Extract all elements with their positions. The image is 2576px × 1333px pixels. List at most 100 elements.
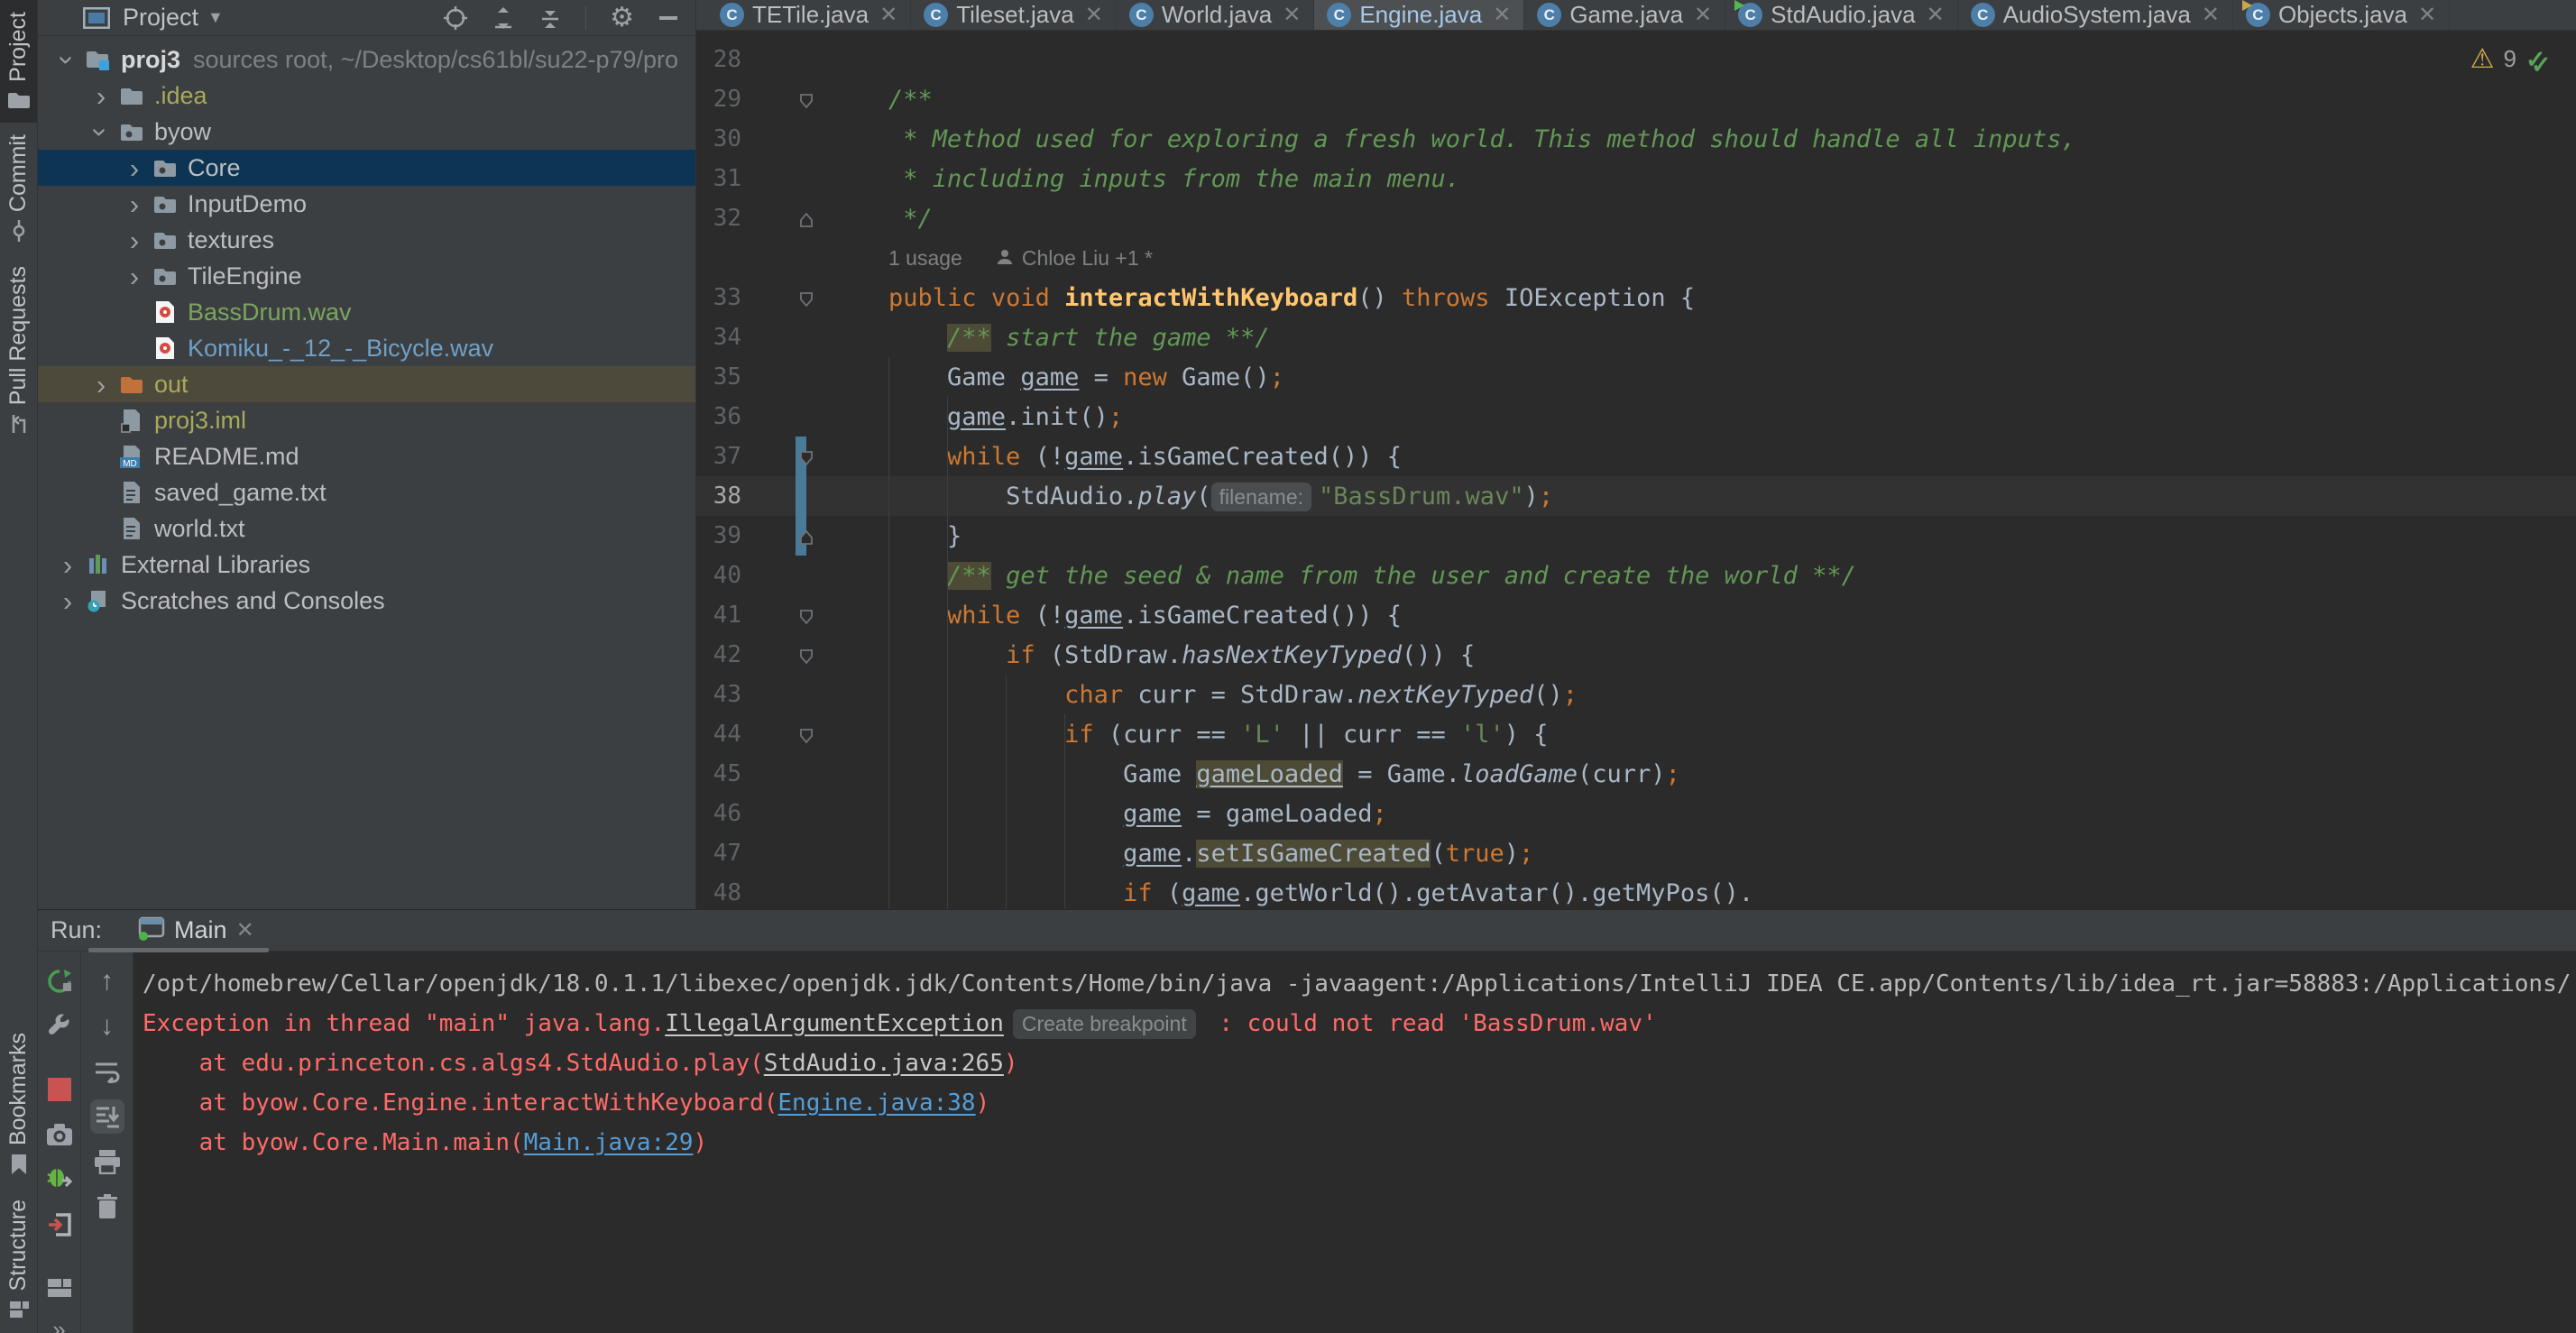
tree-item-external-libraries[interactable]: ›External Libraries [38,547,695,583]
code-line-34[interactable]: 34/** start the game **/ [696,317,2576,357]
stripe-button-bookmarks[interactable]: Bookmarks [0,1021,37,1188]
tab-tileset-java[interactable]: CTileset.java✕ [911,0,1117,30]
layout-icon[interactable] [42,1271,77,1305]
code-line-47[interactable]: 47game.setIsGameCreated(true); [696,833,2576,873]
inspections-widget[interactable]: ⚠ 9 ✓✓ [2470,43,2556,75]
chevron-down-icon[interactable]: ▼ [207,8,224,27]
tree-item-proj3[interactable]: ›proj3sources root, ~/Desktop/cs61bl/su2… [38,41,695,78]
stop-icon[interactable] [42,1072,77,1107]
expand-all-icon[interactable] [492,5,515,31]
rerun-icon[interactable] [42,964,77,998]
chevron-right-icon[interactable]: › [52,587,83,615]
exit-icon[interactable] [42,1208,77,1242]
tree-item-inputdemo[interactable]: ›InputDemo [38,186,695,222]
attach-debugger-icon[interactable] [42,1163,77,1197]
code-line-35[interactable]: 35Game game = new Game(); [696,357,2576,397]
tree-item-scratches-and-consoles[interactable]: ›Scratches and Consoles [38,583,695,619]
code-line-39[interactable]: 39} [696,516,2576,556]
code-line-29[interactable]: 29/** [696,79,2576,119]
close-icon[interactable]: ✕ [1927,2,1945,28]
tree-item-byow[interactable]: ›byow [38,114,695,150]
stack-trace-link[interactable]: Engine.java:38 [777,1089,975,1117]
stripe-button-pull-requests[interactable]: Pull Requests [0,254,37,447]
tree-item-komiku-12-bicycle-wav[interactable]: Komiku_-_12_-_Bicycle.wav [38,330,695,366]
chevron-right-icon[interactable]: › [86,371,116,399]
locate-icon[interactable] [443,5,468,31]
run-tab-main[interactable]: Main ✕ [127,910,265,951]
stripe-button-commit[interactable]: Commit [0,123,37,254]
scroll-to-end-icon[interactable] [90,1099,124,1134]
chevron-right-icon[interactable]: › [119,262,150,290]
tab-audiosystem-java[interactable]: CAudioSystem.java✕ [1958,0,2233,30]
code-line-44[interactable]: 44if (curr == 'L' || curr == 'l') { [696,714,2576,754]
stripe-button-structure[interactable]: Structure [0,1188,37,1333]
wrench-icon[interactable] [42,1009,77,1043]
tree-item-core[interactable]: ›Core [38,150,695,186]
arrow-up-icon[interactable]: ↑ [90,964,124,998]
tab-stdaudio-java[interactable]: CStdAudio.java✕ [1725,0,1958,30]
chevron-down-icon[interactable]: › [87,116,115,147]
code-line-33[interactable]: 33public void interactWithKeyboard() thr… [696,278,2576,317]
stack-trace-link[interactable]: Main.java:29 [524,1129,694,1156]
tab-world-java[interactable]: CWorld.java✕ [1117,0,1314,30]
more-actions-chevron[interactable]: » [52,1316,65,1333]
code-line-32[interactable]: 32 */ [696,198,2576,238]
fold-down-icon[interactable] [799,87,814,115]
tab-objects-java[interactable]: CObjects.java✕ [2233,0,2450,30]
close-icon[interactable]: ✕ [879,2,897,28]
soft-wrap-icon[interactable] [90,1054,124,1089]
tree-item-proj3-iml[interactable]: proj3.iml [38,402,695,438]
code-line-42[interactable]: 42if (StdDraw.hasNextKeyTyped()) { [696,635,2576,675]
close-icon[interactable]: ✕ [1493,2,1511,28]
code-line-30[interactable]: 30 * Method used for exploring a fresh w… [696,119,2576,159]
tree-item-textures[interactable]: ›textures [38,222,695,258]
camera-icon[interactable] [42,1117,77,1152]
fold-down-icon[interactable] [799,722,814,750]
chevron-right-icon[interactable]: › [52,551,83,579]
fold-down-icon[interactable] [799,286,814,314]
tab-tetile-java[interactable]: CTETile.java✕ [707,0,911,30]
code-line-46[interactable]: 46game = gameLoaded; [696,794,2576,833]
code-line-37[interactable]: 37while (!game.isGameCreated()) { [696,437,2576,476]
code-line-28[interactable]: 28 [696,40,2576,79]
chevron-down-icon[interactable]: › [54,44,82,75]
code-line-48[interactable]: 48if (game.getWorld().getAvatar().getMyP… [696,873,2576,909]
tree-item-bassdrum-wav[interactable]: BassDrum.wav [38,294,695,330]
code-line-45[interactable]: 45Game gameLoaded = Game.loadGame(curr); [696,754,2576,794]
fold-up-icon[interactable] [799,207,814,234]
chevron-right-icon[interactable]: › [119,226,150,254]
chevron-right-icon[interactable]: › [119,154,150,182]
tree-item-out[interactable]: ›out [38,366,695,402]
stack-trace-link[interactable]: IllegalArgumentException [665,1010,1004,1037]
close-icon[interactable]: ✕ [2418,2,2436,28]
tab-game-java[interactable]: CGame.java✕ [1524,0,1725,30]
code-line-40[interactable]: 40/** get the seed & name from the user … [696,556,2576,595]
code-line-41[interactable]: 41while (!game.isGameCreated()) { [696,595,2576,635]
fold-up-icon[interactable] [799,524,814,552]
fold-down-icon[interactable] [799,445,814,473]
code-line-31[interactable]: 31 * including inputs from the main menu… [696,159,2576,198]
code-line-43[interactable]: 43char curr = StdDraw.nextKeyTyped(); [696,675,2576,714]
fold-down-icon[interactable] [799,603,814,631]
tree-item-tileengine[interactable]: ›TileEngine [38,258,695,294]
code-annotation[interactable]: 1 usageChloe Liu +1 * [888,246,1153,271]
tree-item-readme-md[interactable]: MDREADME.md [38,438,695,474]
print-icon[interactable] [90,1145,124,1179]
tree-item-world-txt[interactable]: world.txt [38,510,695,547]
hide-panel-icon[interactable] [658,14,679,22]
close-icon[interactable]: ✕ [2202,2,2220,28]
code-line-38[interactable]: 38StdAudio.play(filename:"BassDrum.wav")… [696,476,2576,516]
tree-item-saved-game-txt[interactable]: saved_game.txt [38,474,695,510]
arrow-down-icon[interactable]: ↓ [90,1009,124,1043]
tree-item--idea[interactable]: ›.idea [38,78,695,114]
stripe-button-project[interactable]: Project [0,0,37,123]
fold-down-icon[interactable] [799,643,814,671]
code-line-36[interactable]: 36game.init(); [696,397,2576,437]
close-icon[interactable]: ✕ [1085,2,1103,28]
run-console-output[interactable]: /opt/homebrew/Cellar/openjdk/18.0.1.1/li… [133,951,2576,1333]
clear-icon[interactable] [90,1190,124,1224]
code-editor[interactable]: 2829/**30 * Method used for exploring a … [696,31,2576,909]
stack-trace-link[interactable]: StdAudio.java:265 [764,1050,1004,1077]
close-icon[interactable]: ✕ [1694,2,1712,28]
chevron-right-icon[interactable]: › [86,82,116,110]
